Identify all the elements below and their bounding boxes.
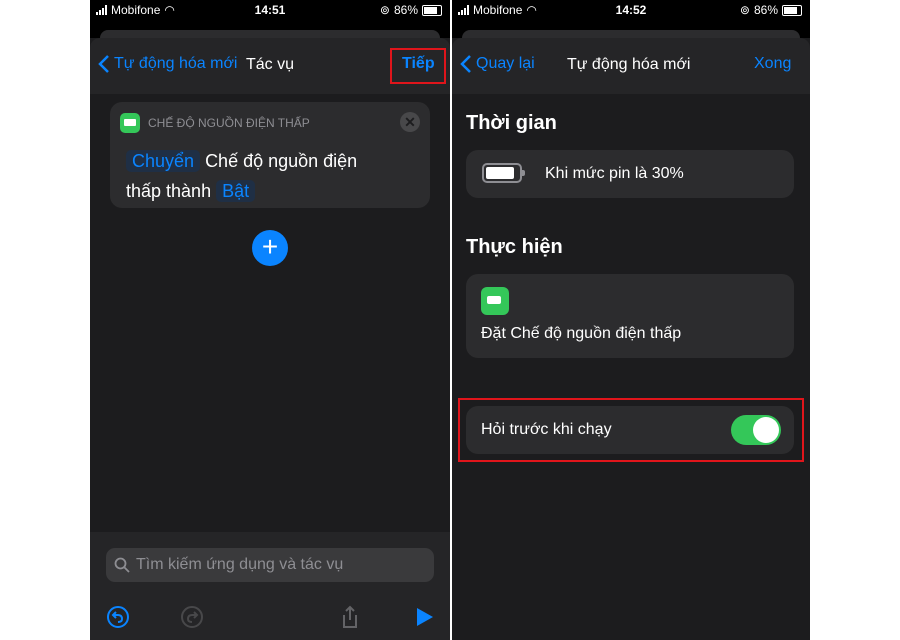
nav-title: Tác vụ — [246, 56, 295, 73]
nav-bar: Tự động hóa mới Tác vụ Tiếp — [90, 38, 450, 94]
redo-icon[interactable] — [180, 605, 204, 629]
left-screen: Mobifone ◠ 14:51 ⊚ 86% Tự động hóa mới T… — [90, 0, 450, 640]
battery-percent: 86% — [753, 3, 778, 17]
close-icon[interactable]: ✕ — [400, 112, 420, 132]
action-section-title: Thực hiện — [466, 236, 563, 258]
bottom-panel: Tìm kiếm ứng dụng và tác vụ — [90, 532, 450, 640]
chevron-left-icon — [460, 55, 471, 73]
undo-icon[interactable] — [106, 605, 130, 629]
state-token[interactable]: Bật — [216, 180, 256, 202]
toggle-token[interactable]: Chuyển — [126, 150, 201, 172]
share-icon[interactable] — [338, 605, 362, 629]
status-bar: Mobifone ◠ 14:52 ⊚ 86% — [452, 0, 810, 22]
add-action-button[interactable]: + — [252, 230, 288, 266]
trigger-section-title: Thời gian — [466, 112, 557, 134]
nav-bar: Quay lại Tự động hóa mới Xong — [452, 38, 810, 94]
status-bar: Mobifone ◠ 14:51 ⊚ 86% — [90, 0, 450, 22]
action-text-1: Chế độ nguồn điện — [205, 151, 358, 171]
action-card[interactable]: CHẾ ĐỘ NGUỒN ĐIỆN THẤP ✕ Chuyển Chế độ n… — [110, 102, 430, 208]
status-right: ⊚ 86% — [740, 3, 802, 17]
plus-icon: + — [261, 231, 279, 262]
search-icon — [114, 557, 130, 573]
search-field[interactable]: Tìm kiếm ứng dụng và tác vụ — [106, 548, 434, 582]
orientation-lock-icon: ⊚ — [379, 3, 390, 17]
action-text-2: thấp thành — [126, 181, 212, 201]
sheet-background — [90, 22, 450, 38]
orientation-lock-icon: ⊚ — [739, 3, 750, 17]
search-placeholder: Tìm kiếm ứng dụng và tác vụ — [136, 556, 344, 573]
low-power-app-icon — [481, 287, 509, 315]
back-button[interactable]: Tự động hóa mới — [98, 54, 237, 74]
nav-title: Tự động hóa mới — [567, 56, 691, 73]
battery-icon — [422, 4, 442, 16]
action-card-body: Chuyển Chế độ nguồn điện thấp thành Bật — [126, 146, 357, 206]
battery-percent: 86% — [393, 3, 418, 17]
sheet-background — [452, 22, 810, 38]
back-button[interactable]: Quay lại — [460, 54, 535, 74]
battery-icon — [782, 4, 802, 16]
chevron-left-icon — [98, 55, 109, 73]
done-button[interactable]: Xong — [754, 55, 791, 73]
right-screen: Mobifone ◠ 14:52 ⊚ 86% Quay lại Tự động … — [452, 0, 810, 640]
highlight-box — [390, 48, 446, 84]
back-label: Quay lại — [476, 55, 535, 72]
battery-app-icon — [120, 113, 140, 133]
action-card-header: CHẾ ĐỘ NGUỒN ĐIỆN THẤP — [148, 116, 310, 130]
action-item-card[interactable]: Đặt Chế độ nguồn điện thấp — [466, 274, 794, 358]
highlight-box — [458, 398, 804, 462]
trigger-text: Khi mức pin là 30% — [545, 165, 684, 182]
back-label: Tự động hóa mới — [114, 55, 238, 72]
play-icon[interactable] — [412, 605, 436, 629]
trigger-card[interactable]: Khi mức pin là 30% — [466, 150, 794, 198]
action-item-text: Đặt Chế độ nguồn điện thấp — [481, 325, 682, 342]
status-right: ⊚ 86% — [380, 3, 442, 17]
battery-level-icon — [482, 163, 525, 183]
